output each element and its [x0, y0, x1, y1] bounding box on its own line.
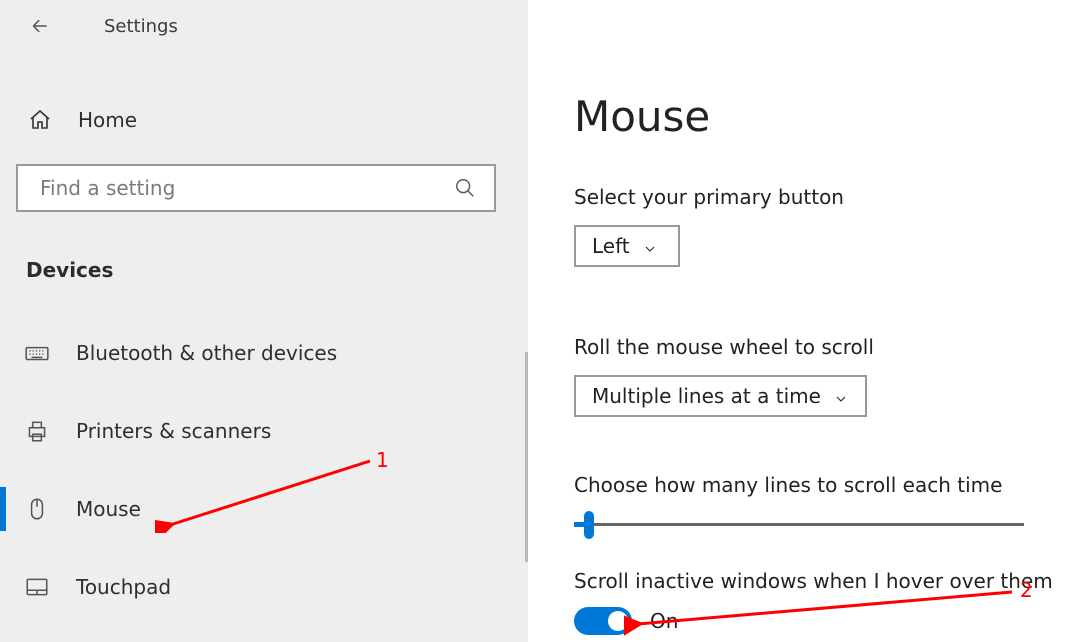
chevron-down-icon	[642, 238, 658, 254]
main-panel: Mouse Select your primary button Left Ro…	[528, 0, 1080, 642]
page-title: Mouse	[574, 92, 1080, 141]
annotation-label-1: 1	[376, 448, 389, 472]
lines-slider[interactable]	[574, 511, 1024, 539]
wheel-scroll-label: Roll the mouse wheel to scroll	[574, 335, 1080, 359]
inactive-toggle[interactable]	[574, 607, 632, 635]
slider-track	[574, 523, 1024, 526]
primary-button-dropdown[interactable]: Left	[574, 225, 680, 267]
annotation-label-2: 2	[1020, 578, 1033, 602]
nav-item-touchpad[interactable]: Touchpad	[0, 556, 528, 618]
nav-item-printers[interactable]: Printers & scanners	[0, 400, 528, 462]
slider-thumb[interactable]	[584, 511, 594, 539]
mouse-icon	[24, 496, 50, 522]
inactive-label: Scroll inactive windows when I hover ove…	[574, 569, 1080, 593]
nav-item-bluetooth[interactable]: Bluetooth & other devices	[0, 322, 528, 384]
nav-list: Bluetooth & other devices Printers & sca…	[0, 322, 528, 618]
wheel-scroll-value: Multiple lines at a time	[592, 384, 821, 408]
inactive-toggle-row: On	[574, 607, 1080, 635]
settings-window: Settings Home Devices Bluetooth & other …	[0, 0, 1080, 642]
primary-button-label: Select your primary button	[574, 185, 1080, 209]
sidebar: Settings Home Devices Bluetooth & other …	[0, 0, 528, 642]
wheel-scroll-dropdown[interactable]: Multiple lines at a time	[574, 375, 867, 417]
touchpad-icon	[24, 574, 50, 600]
back-button[interactable]	[30, 16, 50, 36]
nav-label: Bluetooth & other devices	[76, 341, 337, 365]
nav-label: Touchpad	[76, 575, 171, 599]
search-box[interactable]	[16, 164, 496, 212]
toggle-knob	[608, 611, 628, 631]
settings-title: Settings	[104, 16, 178, 37]
printer-icon	[24, 418, 50, 444]
search-icon	[454, 177, 476, 199]
home-label: Home	[78, 108, 137, 132]
chevron-down-icon	[833, 388, 849, 404]
home-icon	[28, 108, 52, 132]
header-bar: Settings	[0, 0, 528, 52]
search-input[interactable]	[40, 176, 411, 200]
category-heading: Devices	[26, 258, 528, 282]
primary-button-value: Left	[592, 234, 630, 258]
nav-item-mouse[interactable]: Mouse	[0, 478, 528, 540]
nav-label: Mouse	[76, 497, 141, 521]
lines-label: Choose how many lines to scroll each tim…	[574, 473, 1080, 497]
inactive-toggle-status: On	[650, 609, 678, 633]
home-link[interactable]: Home	[28, 108, 528, 132]
keyboard-icon	[24, 340, 50, 366]
nav-label: Printers & scanners	[76, 419, 271, 443]
